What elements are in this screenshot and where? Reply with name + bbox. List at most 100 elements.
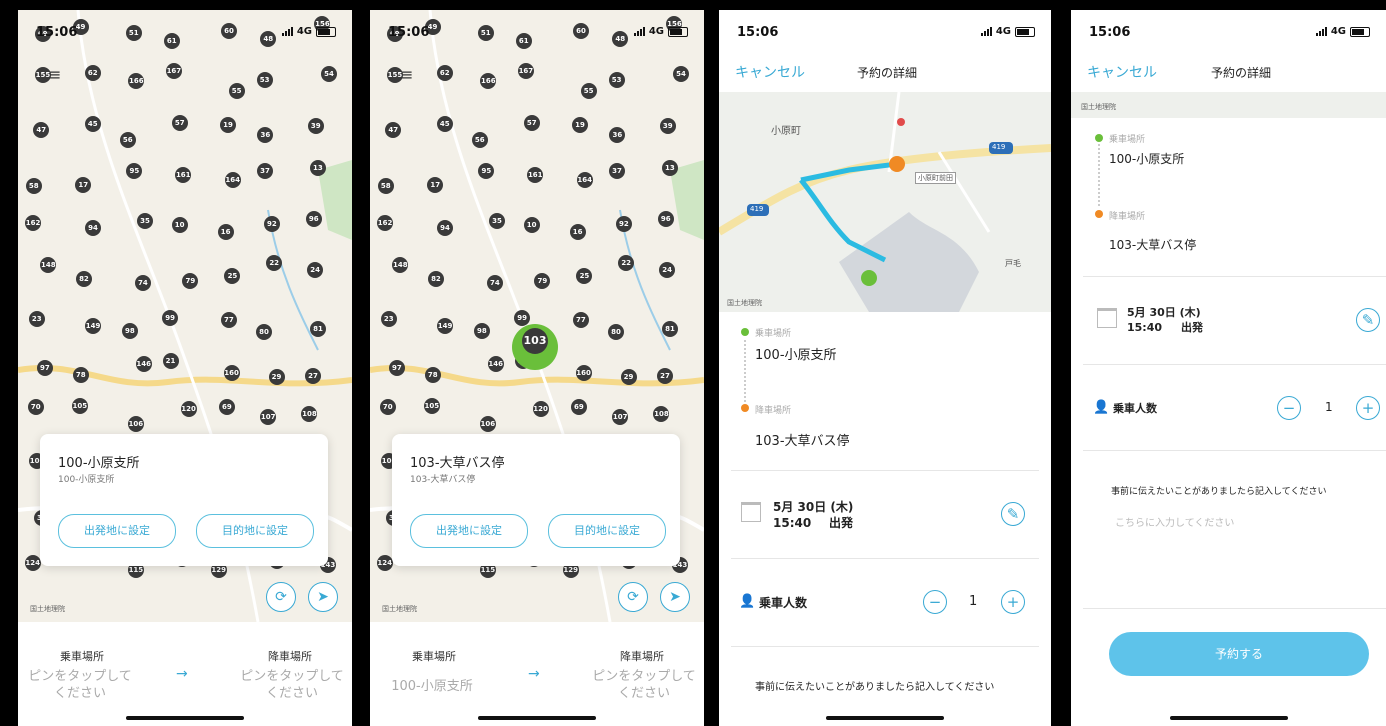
bus-stop-pin[interactable]: 82 [75, 270, 92, 287]
bus-stop-pin[interactable]: 22 [618, 254, 635, 271]
bus-stop-pin[interactable]: 69 [218, 399, 235, 416]
route-map[interactable]: 国土地理院 [1071, 92, 1386, 118]
bus-stop-pin[interactable]: 29 [268, 369, 285, 386]
bus-stop-pin[interactable]: 70 [379, 398, 396, 415]
bus-stop-pin[interactable]: 106 [479, 416, 496, 433]
bus-stop-pin[interactable]: 77 [572, 311, 589, 328]
bus-stop-pin[interactable]: 148 [40, 256, 57, 273]
bus-stop-pin[interactable]: 162 [377, 215, 394, 232]
map-place-label: 小原町前田 [915, 172, 956, 184]
set-destination-button[interactable]: 目的地に設定 [548, 514, 666, 548]
dropoff-value: 103-大草バス停 [1109, 238, 1197, 252]
bus-stop-pin[interactable]: 164 [576, 172, 593, 189]
bus-stop-pin[interactable]: 96 [657, 211, 674, 228]
bus-stop-pin[interactable]: 37 [256, 162, 273, 179]
divider [1083, 450, 1386, 451]
bus-stop-pin[interactable]: 108 [301, 405, 318, 422]
set-origin-button[interactable]: 出発地に設定 [58, 514, 176, 548]
bus-stop-pin[interactable]: 69 [570, 399, 587, 416]
bus-stop-pin[interactable]: 16 [217, 224, 234, 241]
bus-stop-pin[interactable]: 107 [612, 408, 629, 425]
bus-stop-pin[interactable]: 29 [620, 369, 637, 386]
bus-stop-pin[interactable]: 56 [119, 131, 136, 148]
bus-stop-pin[interactable]: 166 [128, 72, 145, 89]
bus-stop-pin[interactable]: 96 [305, 211, 322, 228]
cancel-button[interactable]: キャンセル [1087, 62, 1157, 82]
cancel-button[interactable]: キャンセル [735, 62, 805, 82]
bus-stop-pin[interactable]: 55 [580, 83, 597, 100]
bus-stop-pin[interactable]: 92 [263, 215, 280, 232]
bus-stop-pin[interactable]: 99 [514, 309, 531, 326]
bus-stop-pin[interactable]: 98 [121, 323, 138, 340]
stop-subtitle: 100-小原支所 [58, 475, 115, 485]
bus-stop-pin[interactable]: 45 [84, 116, 101, 133]
bus-stop-pin[interactable]: 160 [575, 365, 592, 382]
bus-stop-pin[interactable]: 124 [376, 555, 393, 572]
bus-stop-pin[interactable]: 57 [171, 115, 188, 132]
bus-stop-pin[interactable]: 108 [653, 405, 670, 422]
bus-stop-pin[interactable]: 167 [517, 63, 534, 80]
bus-stop-pin[interactable]: 55 [228, 83, 245, 100]
bus-stop-pin[interactable]: 146 [487, 355, 504, 372]
refresh-icon[interactable]: ⟳ [618, 582, 648, 612]
bus-stop-pin[interactable]: 124 [24, 555, 41, 572]
bus-stop-pin[interactable]: 24 [659, 261, 676, 278]
bus-stop-pin[interactable]: 161 [527, 166, 544, 183]
bus-stop-pin[interactable]: 162 [25, 215, 42, 232]
bus-stop-pin[interactable]: 16 [569, 224, 586, 241]
menu-icon[interactable]: ≡ [400, 67, 414, 83]
location-arrow-icon[interactable]: ➤ [308, 582, 338, 612]
minus-icon[interactable]: − [923, 590, 947, 614]
bus-stop-pin[interactable]: 166 [480, 72, 497, 89]
edit-pencil-icon[interactable]: ✎ [1356, 308, 1380, 332]
bus-stop-pin[interactable]: 22 [266, 254, 283, 271]
reserve-button[interactable]: 予約する [1109, 632, 1369, 676]
bus-stop-pin[interactable]: 164 [224, 172, 241, 189]
set-destination-button[interactable]: 目的地に設定 [196, 514, 314, 548]
bus-stop-pin[interactable]: 10 [171, 216, 188, 233]
bus-stop-pin[interactable]: 24 [307, 261, 324, 278]
menu-icon[interactable]: ≡ [48, 67, 62, 83]
location-arrow-icon[interactable]: ➤ [660, 582, 690, 612]
bus-stop-pin[interactable]: 53 [608, 71, 625, 88]
bus-stop-pin[interactable]: 37 [608, 162, 625, 179]
bus-stop-pin[interactable]: 53 [256, 71, 273, 88]
bus-stop-pin[interactable]: 13 [309, 159, 326, 176]
bus-stop-pin[interactable]: 45 [436, 116, 453, 133]
bus-stop-pin[interactable]: 80 [607, 323, 624, 340]
bus-stop-pin[interactable]: 120 [532, 401, 549, 418]
bus-stop-pin[interactable]: 160 [223, 365, 240, 382]
bus-stop-pin[interactable]: 13 [661, 159, 678, 176]
bus-stop-pin[interactable]: 98 [473, 323, 490, 340]
bus-stop-pin[interactable]: 57 [523, 115, 540, 132]
bus-stop-pin[interactable]: 23 [380, 310, 397, 327]
bus-stop-pin[interactable]: 82 [427, 270, 444, 287]
set-origin-button[interactable]: 出発地に設定 [410, 514, 528, 548]
bus-stop-pin[interactable]: 106 [127, 416, 144, 433]
bus-stop-pin[interactable]: 56 [471, 131, 488, 148]
bus-stop-pin[interactable]: 39 [659, 117, 676, 134]
refresh-icon[interactable]: ⟳ [266, 582, 296, 612]
note-input[interactable]: こちらに入力してください [1115, 514, 1234, 529]
plus-icon[interactable]: + [1356, 396, 1380, 420]
bus-stop-pin[interactable]: 23 [28, 310, 45, 327]
bus-stop-pin[interactable]: 77 [220, 311, 237, 328]
bus-stop-pin[interactable]: 70 [27, 398, 44, 415]
bus-stop-pin[interactable]: 146 [135, 355, 152, 372]
route-map[interactable]: 小原町 小原町前田 419 419 戸毛 国土地理院 [719, 92, 1051, 312]
bus-stop-pin[interactable]: 10 [523, 216, 540, 233]
minus-icon[interactable]: − [1277, 396, 1301, 420]
plus-icon[interactable]: + [1001, 590, 1025, 614]
edit-pencil-icon[interactable]: ✎ [1001, 502, 1025, 526]
bus-stop-pin[interactable]: 99 [162, 309, 179, 326]
bus-stop-pin[interactable]: 107 [260, 408, 277, 425]
bus-stop-pin[interactable]: 161 [175, 166, 192, 183]
bus-stop-pin[interactable]: 120 [180, 401, 197, 418]
bus-stop-pin[interactable]: 167 [165, 63, 182, 80]
bus-stop-pin[interactable]: 39 [307, 117, 324, 134]
bus-stop-pin[interactable]: 148 [392, 256, 409, 273]
bus-stop-pin[interactable]: 21 [162, 353, 179, 370]
bus-stop-pin[interactable]: 92 [615, 215, 632, 232]
selected-stop-pin[interactable]: 103 [522, 328, 548, 354]
bus-stop-pin[interactable]: 80 [255, 323, 272, 340]
